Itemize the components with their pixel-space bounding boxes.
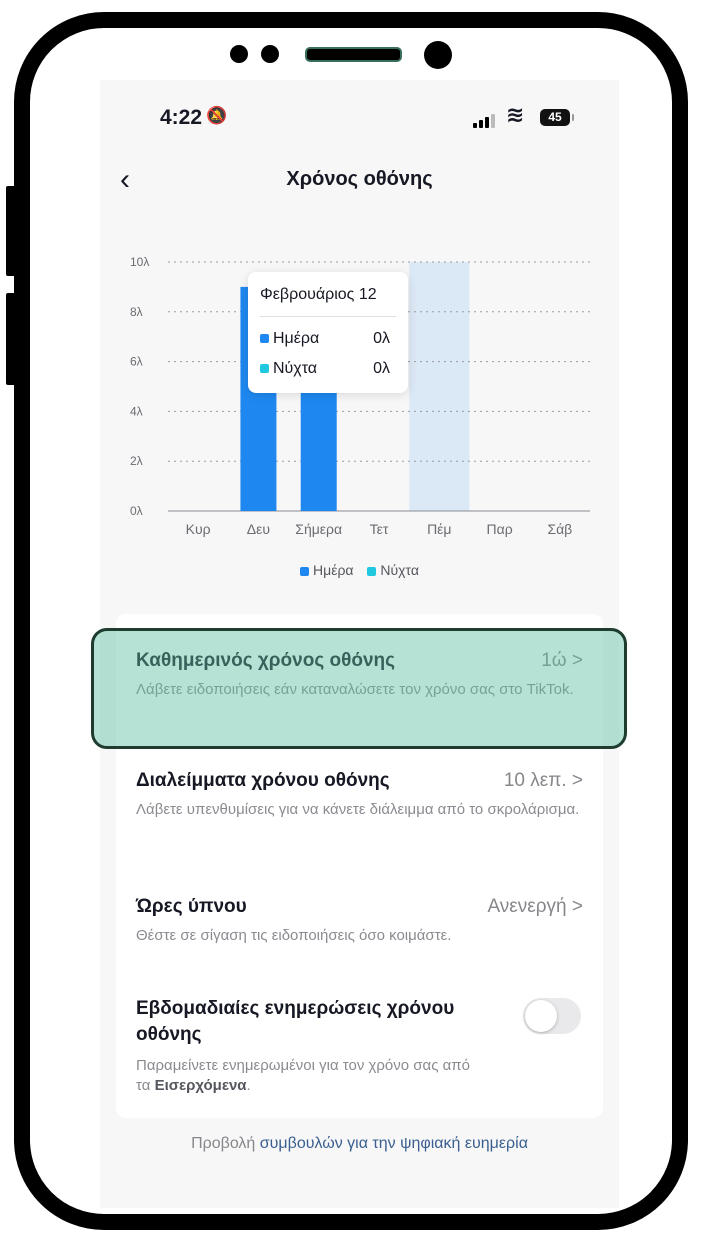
camera-dot [424,41,452,69]
y-tick-label: 2λ [130,454,143,468]
x-tick-label: Κυρ [186,521,211,537]
mute-bell-icon: 🔕 [206,106,228,125]
chart-tooltip: Φεβρουάριος 12 Ημέρα 0λ Νύχτα 0λ [248,272,408,393]
nav-bar: ‹ Χρόνος οθόνης [100,162,619,202]
status-time: 4:22 [160,106,203,129]
y-tick-label: 6λ [130,355,143,369]
wellbeing-tips-link[interactable]: συμβουλών για την ψηφιακή ευημερία [260,1135,528,1152]
setting-weekly-updates: Εβδομαδιαίες ενημερώσεις χρόνου οθόνης Π… [136,996,583,1096]
y-tick-label: 10λ [130,255,149,269]
legend-day-swatch [300,566,310,576]
y-tick-label: 8λ [130,305,143,319]
status-bar: 4:22 🔕 ≋ 45 [100,80,619,150]
sensor-dot [230,45,248,63]
footer: Προβολή συμβουλών για την ψηφιακή ευημερ… [100,1135,619,1153]
tooltip-row-night: Νύχτα 0λ [260,360,390,380]
tooltip-divider [260,316,396,317]
chevron-right-icon: > [571,770,583,791]
highlight-overlay [91,628,627,749]
y-tick-label: 0λ [130,504,143,518]
x-tick-label: Σήμερα [295,521,342,537]
speaker-pill [305,47,402,62]
setting-value: 10 λεπ. > [503,770,583,791]
x-tick-label: Τετ [370,521,389,537]
footer-prefix: Προβολή [191,1135,260,1152]
tooltip-row-day: Ημέρα 0λ [260,330,390,350]
legend-night-swatch [367,566,377,576]
tooltip-day-value: 0λ [373,330,390,347]
tooltip-day-label: Ημέρα [273,330,320,347]
day-swatch [260,334,269,344]
chevron-right-icon: > [571,896,583,917]
chart-legend: Ημέρα Νύχτα [100,562,619,578]
setting-sleep-hours[interactable]: Ώρες ύπνου Ανενεργή > Θέστε σε σίγαση τι… [136,896,583,946]
x-tick-label: Δευ [247,521,270,537]
legend-item-night: Νύχτα [367,562,419,578]
signal-icon [473,114,495,128]
screen-time-chart[interactable]: 0λ 2λ 4λ 6λ 8λ 10λ Κυρ Δευ Σήμερα Τετ Πέμ Παρ Σάβ Φε… [100,230,619,590]
setting-value: Ανενεργή > [487,896,583,917]
tooltip-night-value: 0λ [373,360,390,377]
x-tick-label: Πέμ [427,521,451,537]
wifi-icon: ≋ [506,102,525,127]
tooltip-title: Φεβρουάριος 12 [260,286,377,303]
y-tick-label: 4λ [130,404,143,418]
setting-subtitle: Λάβετε υπενθυμίσεις για να κάνετε διάλει… [136,801,580,818]
setting-subtitle: Παραμείνετε ενημερωμένοι για τον χρόνο σ… [136,1057,470,1094]
toggle-knob [525,1000,557,1032]
tooltip-night-label: Νύχτα [273,360,318,377]
setting-screen-time-breaks[interactable]: Διαλείμματα χρόνου οθόνης 10 λεπ. > Λάβε… [136,770,583,820]
selected-column-highlight [409,262,470,511]
page-title: Χρόνος οθόνης [286,168,433,190]
dynamic-island [0,40,703,69]
battery-icon: 45 [540,109,574,126]
weekly-updates-toggle[interactable] [523,998,581,1034]
night-swatch [260,364,269,374]
x-tick-label: Σάβ [547,521,572,537]
legend-night-label: Νύχτα [380,562,419,578]
legend-item-day: Ημέρα [300,562,354,578]
legend-day-label: Ημέρα [313,562,354,578]
setting-title: Εβδομαδιαίες ενημερώσεις χρόνου οθόνης [136,998,455,1045]
sensor-dot [261,45,279,63]
setting-subtitle: Θέστε σε σίγαση τις ειδοποιήσεις όσο κοι… [136,927,452,944]
x-tick-label: Παρ [486,521,512,537]
